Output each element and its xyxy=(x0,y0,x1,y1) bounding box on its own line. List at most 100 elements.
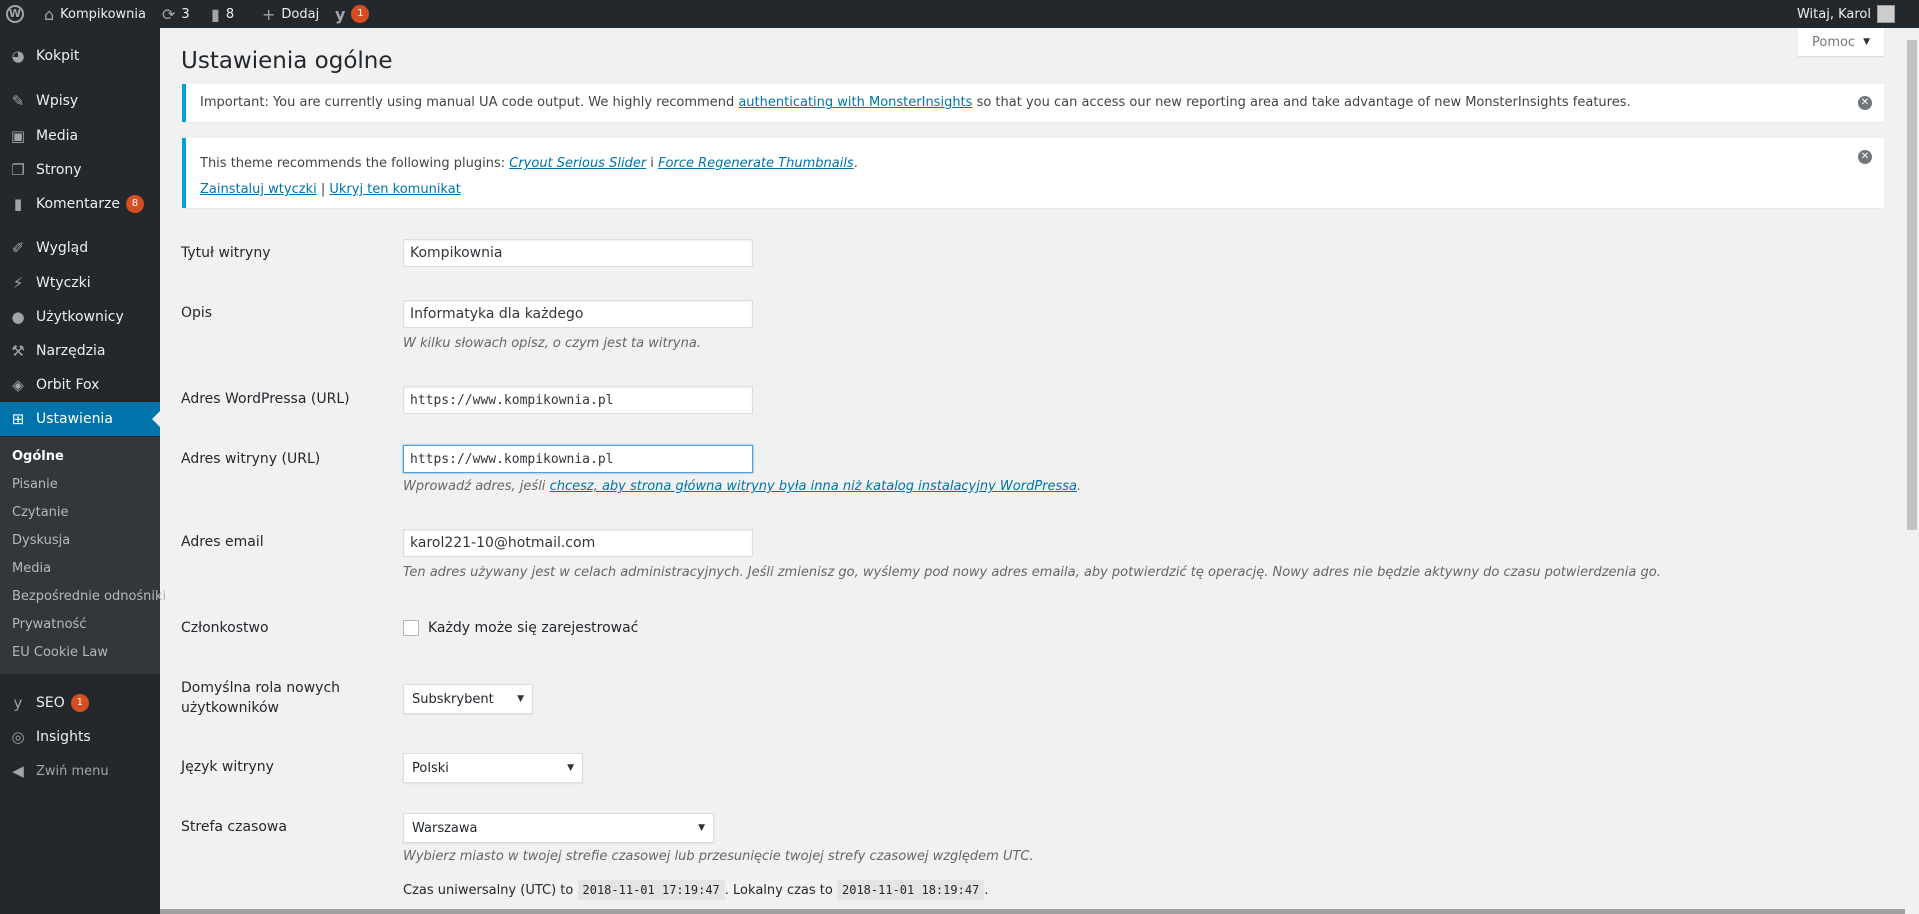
sidebar-item-label: Kokpit xyxy=(36,48,80,64)
install-plugins-link[interactable]: Zainstaluj wtyczki xyxy=(200,182,317,197)
authenticate-link[interactable]: authenticating with MonsterInsights xyxy=(738,95,972,110)
tagline-description: W kilku słowach opisz, o czym jest ta wi… xyxy=(403,336,701,351)
membership-label: Członkostwo xyxy=(181,620,269,636)
horizontal-scrollbar[interactable] xyxy=(160,909,1905,914)
pin-icon: ✎ xyxy=(11,92,25,110)
sidebar-item-komentarze[interactable]: ▮ Komentarze 8 xyxy=(0,187,160,221)
timezone-description: Wybierz miasto w twojej strefie czasowej… xyxy=(403,849,1034,864)
site-url-description: Wprowadź adres, jeśli chcesz, aby strona… xyxy=(403,479,1082,494)
timezone-label: Strefa czasowa xyxy=(181,819,287,835)
submenu-item[interactable]: Pisanie xyxy=(12,477,58,492)
media-icon: ▣ xyxy=(10,127,26,145)
sidebar-item-seo[interactable]: y SEO 1 xyxy=(0,686,160,720)
sidebar-item-label: Ustawienia xyxy=(36,411,113,427)
email-input[interactable]: karol221-10@hotmail.com xyxy=(403,529,753,557)
add-new-link[interactable]: + Dodaj xyxy=(262,0,319,28)
brush-icon: ✐ xyxy=(11,239,25,257)
sidebar-item-narzędzia[interactable]: ⚒ Narzędzia xyxy=(0,334,160,368)
count-badge: 1 xyxy=(70,694,89,712)
avatar xyxy=(1877,5,1895,23)
submenu-item[interactable]: Czytanie xyxy=(12,505,69,520)
sidebar-item-label: Orbit Fox xyxy=(36,377,100,393)
submenu-item[interactable]: Media xyxy=(12,561,51,576)
yoast-icon: y xyxy=(13,694,23,712)
comment-icon: ▮ xyxy=(13,195,23,213)
sidebar-item-wpisy[interactable]: ✎ Wpisy xyxy=(0,84,160,118)
email-description: Ten adres używany jest w celach administ… xyxy=(403,565,1661,580)
theme-plugins-notice: This theme recommends the following plug… xyxy=(182,138,1884,208)
settings-submenu xyxy=(0,437,160,674)
page-title: Ustawienia ogólne xyxy=(181,48,393,74)
site-title-label: Tytuł witryny xyxy=(181,245,271,261)
sidebar-item-użytkownicy[interactable]: ● Użytkownicy xyxy=(0,300,160,334)
yoast-link[interactable]: y1 xyxy=(335,0,370,28)
wrench-icon: ⚒ xyxy=(11,342,25,360)
submenu-item[interactable]: Prywatność xyxy=(12,617,86,632)
sidebar-item-media[interactable]: ▣ Media xyxy=(0,119,160,153)
comments-link[interactable]: ▮ 8 xyxy=(211,0,234,28)
submenu-item[interactable]: Dyskusja xyxy=(12,533,70,548)
site-name-link[interactable]: ⌂ Kompikownia xyxy=(44,0,146,28)
sidebar-item-insights[interactable]: ◎ Insights xyxy=(0,720,160,754)
sidebar-item-label: SEO xyxy=(36,695,65,711)
email-label: Adres email xyxy=(181,534,264,550)
language-label: Język witryny xyxy=(181,759,274,775)
site-url-help-link[interactable]: chcesz, aby strona główna witryny była i… xyxy=(550,479,1077,494)
sidebar-item-wtyczki[interactable]: ⚡ Wtyczki xyxy=(0,266,160,300)
scrollbar-thumb[interactable] xyxy=(1907,40,1917,530)
wp-url-input[interactable]: https://www.kompikownia.pl xyxy=(403,386,753,414)
wordpress-logo-icon[interactable]: W xyxy=(6,0,24,28)
sidebar-item-label: Zwiń menu xyxy=(36,763,109,779)
help-button[interactable]: Pomoc ▼ xyxy=(1798,28,1884,56)
caret-down-icon: ▼ xyxy=(567,763,574,773)
caret-down-icon: ▼ xyxy=(517,694,524,704)
yoast-icon: y xyxy=(335,4,346,24)
site-url-label: Adres witryny (URL) xyxy=(181,451,321,467)
seo-badge: 1 xyxy=(351,5,370,23)
sidebar-item-wygląd[interactable]: ✐ Wygląd xyxy=(0,231,160,265)
wp-url-label: Adres WordPressa (URL) xyxy=(181,391,350,407)
updates-icon: ⟳ xyxy=(162,4,176,24)
sidebar-item-ustawienia[interactable]: ⊞ Ustawienia xyxy=(0,402,160,436)
monsterinsights-notice: Important: You are currently using manua… xyxy=(182,84,1884,122)
membership-checkbox[interactable] xyxy=(403,620,419,636)
submenu-item[interactable]: Ogólne xyxy=(12,449,64,464)
sidebar-item-kokpit[interactable]: ◕ Kokpit xyxy=(0,39,160,73)
pages-icon: ❐ xyxy=(11,161,25,179)
dashboard-icon: ◕ xyxy=(11,47,25,65)
language-select[interactable]: Polski ▼ xyxy=(403,753,583,783)
sidebar-item-label: Wtyczki xyxy=(36,275,91,291)
default-role-label: Domyślna rola nowych użytkowników xyxy=(181,680,341,716)
timezone-select[interactable]: Warszawa ▼ xyxy=(403,813,714,843)
my-account[interactable]: Witaj, Karol xyxy=(1797,0,1895,28)
submenu-item[interactable]: Bezpośrednie odnośniki xyxy=(12,589,166,604)
settings-icon: ⊞ xyxy=(11,410,25,428)
dismiss-icon[interactable]: ✕ xyxy=(1858,150,1872,164)
caret-down-icon: ▼ xyxy=(698,823,705,833)
membership-option[interactable]: Każdy może się zarejestrować xyxy=(403,620,638,636)
default-role-select[interactable]: Subskrybent ▼ xyxy=(403,684,533,714)
sidebar-item-label: Komentarze xyxy=(36,196,120,212)
caret-down-icon: ▼ xyxy=(1863,37,1871,47)
sidebar-item-zwiń-menu[interactable]: ◀ Zwiń menu xyxy=(0,754,160,788)
sidebar-item-label: Strony xyxy=(36,162,82,178)
plugin-link-regenerate-thumbnails[interactable]: Force Regenerate Thumbnails xyxy=(658,156,854,171)
sidebar-item-label: Media xyxy=(36,128,79,144)
sidebar-item-strony[interactable]: ❐ Strony xyxy=(0,153,160,187)
sidebar-item-label: Narzędzia xyxy=(36,343,106,359)
dismiss-icon[interactable]: ✕ xyxy=(1858,96,1872,110)
site-title-input[interactable]: Kompikownia xyxy=(403,239,753,267)
sidebar-item-label: Insights xyxy=(36,729,91,745)
sidebar-item-orbit-fox[interactable]: ◈ Orbit Fox xyxy=(0,368,160,402)
submenu-item[interactable]: EU Cookie Law xyxy=(12,645,108,660)
sidebar-item-label: Użytkownicy xyxy=(36,309,124,325)
hide-notice-link[interactable]: Ukryj ten komunikat xyxy=(329,182,460,197)
plugin-icon: ⚡ xyxy=(12,274,24,292)
site-url-input[interactable]: https://www.kompikownia.pl xyxy=(403,445,753,473)
updates-link[interactable]: ⟳ 3 xyxy=(162,0,190,28)
comment-icon: ▮ xyxy=(211,4,220,24)
tagline-label: Opis xyxy=(181,305,213,321)
tagline-input[interactable]: Informatyka dla każdego xyxy=(403,300,753,328)
admin-bar: W ⌂ Kompikownia ⟳ 3 ▮ 8 + Dodaj y1 Witaj, Ka… xyxy=(0,0,1919,28)
plugin-link-serious-slider[interactable]: Cryout Serious Slider xyxy=(509,156,646,171)
